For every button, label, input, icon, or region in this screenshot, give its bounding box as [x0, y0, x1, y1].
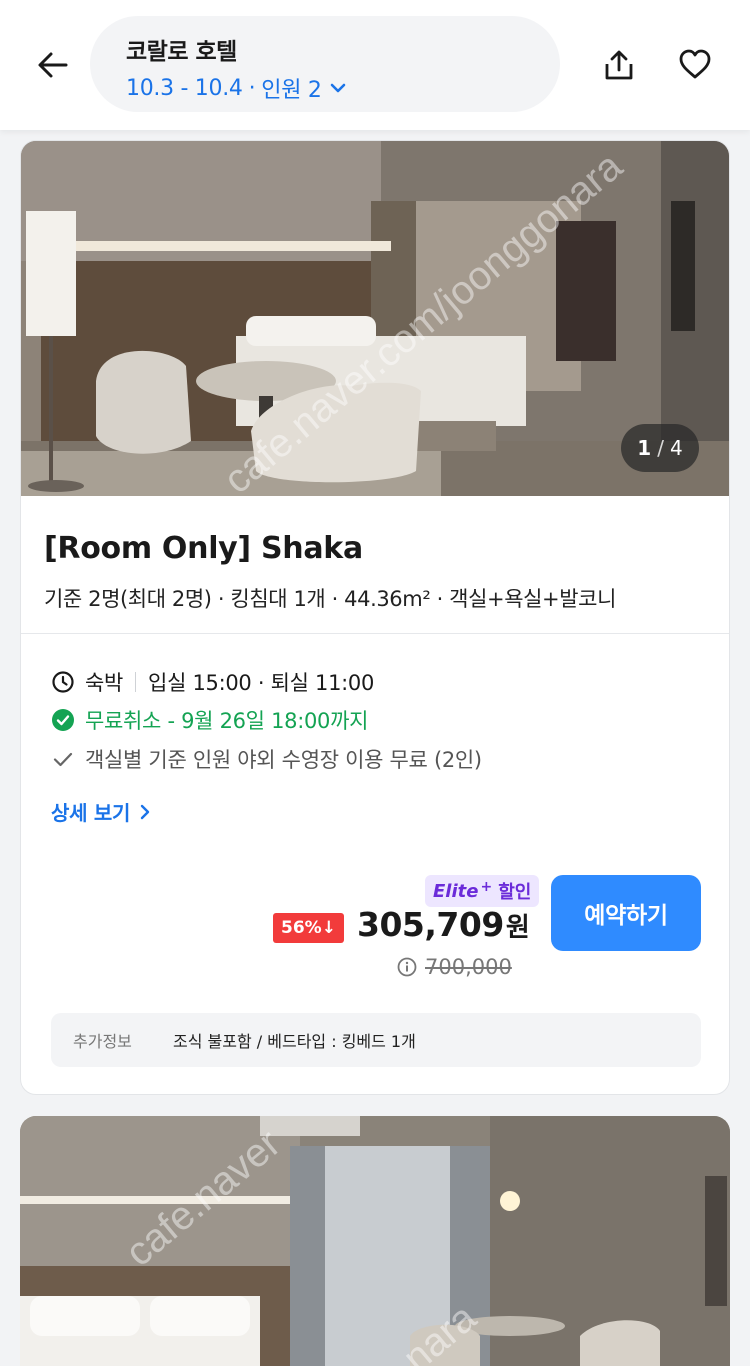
check-circle-icon [52, 709, 74, 731]
dot-separator: · [248, 75, 256, 101]
pool-perk: 객실별 기준 인원 야외 수영장 이용 무료 (2인) [51, 744, 482, 774]
stay-dates: 10.3 - 10.4 [126, 75, 243, 101]
chevron-right-icon [140, 804, 150, 819]
discount-percent-badge: 56%↓ [273, 913, 344, 943]
hotel-name: 코랄로 호텔 [126, 39, 237, 65]
sale-price: 305,709원 [357, 905, 530, 944]
share-button[interactable] [596, 42, 642, 88]
next-room-photo [20, 1116, 730, 1366]
top-bar: 코랄로 호텔 10.3 - 10.4 · 인원 2 [0, 0, 750, 130]
view-details-link[interactable]: 상세 보기 [51, 797, 152, 826]
next-room-card[interactable]: cafe.naver nara [20, 1116, 730, 1366]
elite-plus: + [480, 879, 493, 895]
clock-icon [52, 671, 74, 693]
check-in-out-times: 입실 15:00 · 퇴실 11:00 [148, 671, 375, 695]
room-photo[interactable]: cafe.naver.com/joonggonara 1 / 4 [21, 141, 729, 496]
stay-info: 숙박 입실 15:00 · 퇴실 11:00 [51, 667, 374, 697]
extra-info-box: 추가정보 조식 불포함 / 베드타입 : 킹베드 1개 [51, 1013, 701, 1067]
discount-label: 할인 [498, 882, 532, 903]
original-price-value: 700,000 [425, 955, 512, 979]
sale-price-value: 305,709 [357, 905, 504, 944]
extra-info-value: 조식 불포함 / 베드타입 : 킹베드 1개 [173, 1032, 416, 1051]
room-title: [Room Only] Shaka [44, 531, 363, 566]
photo-counter-current: 1 [637, 436, 652, 460]
photo-counter-separator: / [657, 436, 664, 460]
room-specs: 기준 2명(최대 2명) · 킹침대 1개 · 44.36m² · 객실+욕실+… [44, 587, 616, 611]
view-details-label: 상세 보기 [51, 801, 131, 825]
check-icon [53, 752, 73, 767]
extra-info-label: 추가정보 [73, 1032, 132, 1051]
back-button[interactable] [30, 42, 76, 88]
free-cancellation: 무료취소 - 9월 26일 18:00까지 [51, 705, 368, 735]
perk-text: 객실별 기준 인원 야외 수영장 이용 무료 (2인) [85, 748, 482, 772]
chevron-down-icon [330, 83, 345, 93]
currency-label: 원 [505, 913, 530, 943]
elite-discount-badge: Elite + 할인 [425, 875, 540, 907]
divider [21, 633, 729, 634]
arrow-left-icon [38, 52, 68, 78]
book-button[interactable]: 예약하기 [551, 875, 701, 951]
heart-icon [679, 49, 711, 79]
favorite-button[interactable] [672, 42, 718, 88]
cancellation-text: 무료취소 - 9월 26일 18:00까지 [85, 709, 369, 733]
stay-label: 숙박 [85, 671, 124, 695]
guest-count: 인원 2 [261, 78, 322, 103]
info-icon[interactable] [397, 957, 417, 977]
photo-counter-total: 4 [669, 436, 683, 460]
trip-info: 10.3 - 10.4 · 인원 2 [126, 72, 560, 104]
original-price: 700,000 [397, 955, 512, 979]
room-card: cafe.naver.com/joonggonara 1 / 4 [Room O… [20, 140, 730, 1095]
share-icon [605, 50, 633, 80]
search-summary-pill[interactable]: 코랄로 호텔 10.3 - 10.4 · 인원 2 [90, 16, 560, 112]
photo-counter: 1 / 4 [621, 424, 699, 472]
elite-label: Elite [433, 880, 479, 902]
separator-bar [135, 672, 137, 692]
